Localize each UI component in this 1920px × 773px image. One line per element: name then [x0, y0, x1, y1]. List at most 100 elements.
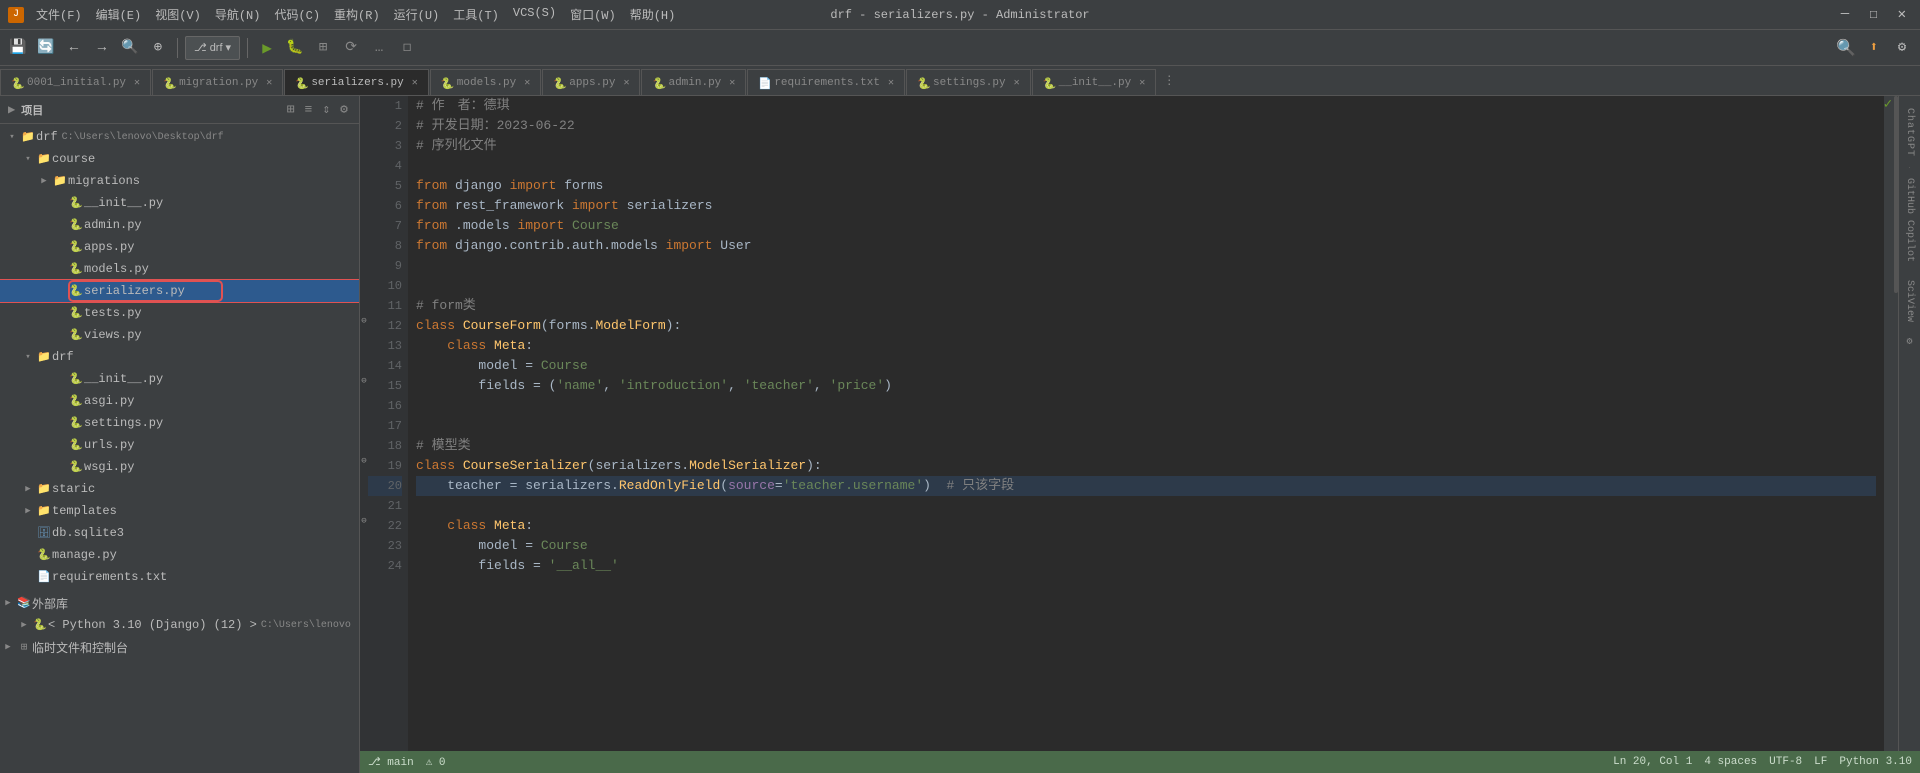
tree-file-course-apps[interactable]: 🐍 apps.py — [0, 236, 359, 258]
tab-requirements[interactable]: 📄 requirements.txt ✕ — [747, 69, 905, 95]
code-editor[interactable]: # 作 者：德琪 # 开发日期：2023-06-22 # 序列化文件 from … — [408, 96, 1884, 751]
back-icon[interactable]: ← — [62, 36, 86, 60]
tree-file-course-admin[interactable]: 🐍 admin.py — [0, 214, 359, 236]
sync-icon[interactable]: 🔄 — [34, 36, 58, 60]
right-settings-icon[interactable]: ⚙ — [1906, 332, 1912, 352]
stop-icon[interactable]: ◻ — [395, 36, 419, 60]
tree-folder-migrations[interactable]: ▶ 📁 migrations — [0, 170, 359, 192]
menu-edit[interactable]: 编辑(E) — [90, 4, 148, 25]
more-run-button[interactable]: … — [367, 36, 391, 60]
tree-folder-drf[interactable]: ▾ 📁 drf — [0, 346, 359, 368]
scroll-thumb — [1894, 96, 1898, 293]
fold-btn-22[interactable]: ⊖ — [360, 516, 368, 536]
sidebar-sort-icon[interactable]: ≡ — [302, 101, 316, 118]
forward-icon[interactable]: → — [90, 36, 114, 60]
tab-init[interactable]: 🐍 __init__.py ✕ — [1032, 69, 1157, 95]
github-copilot-btn[interactable]: GitHub Copilot — [1904, 170, 1915, 270]
sidebar-layout-icon[interactable]: ⊞ — [284, 101, 298, 118]
sidebar-settings-icon[interactable]: ⚙ — [337, 101, 351, 118]
tree-root-drf[interactable]: ▾ 📁 drf C:\Users\lenovo\Desktop\drf — [0, 126, 359, 148]
tab-close-apps[interactable]: ✕ — [623, 77, 629, 89]
status-vcs[interactable]: ⎇ main — [368, 755, 414, 769]
sciview-btn[interactable]: SciView — [1904, 272, 1915, 330]
tab-serializers[interactable]: 🐍 serializers.py ✕ — [284, 69, 428, 96]
tab-close-admin[interactable]: ✕ — [729, 77, 735, 89]
tree-file-course-init[interactable]: 🐍 __init__.py — [0, 192, 359, 214]
tab-0001-initial[interactable]: 🐍 0001_initial.py ✕ — [0, 69, 151, 95]
menu-vcs[interactable]: VCS(S) — [507, 4, 562, 25]
tree-file-drf-init[interactable]: 🐍 __init__.py — [0, 368, 359, 390]
find2-icon[interactable]: ⊕ — [146, 36, 170, 60]
fold-btn-15[interactable]: ⊖ — [360, 376, 368, 396]
status-warnings[interactable]: ⚠ 0 — [426, 755, 446, 769]
tab-apps[interactable]: 🐍 apps.py ✕ — [542, 69, 640, 95]
menu-help[interactable]: 帮助(H) — [624, 4, 682, 25]
menu-window[interactable]: 窗口(W) — [564, 4, 622, 25]
tab-admin[interactable]: 🐍 admin.py ✕ — [641, 69, 746, 95]
tree-file-course-models[interactable]: 🐍 models.py — [0, 258, 359, 280]
tree-file-drf-asgi[interactable]: 🐍 asgi.py — [0, 390, 359, 412]
tab-close-serializers[interactable]: ✕ — [412, 77, 418, 89]
status-python-version[interactable]: Python 3.10 — [1839, 756, 1912, 768]
fold-btn-12[interactable]: ⊖ — [360, 316, 368, 336]
run-button[interactable]: ▶ — [255, 36, 279, 60]
tree-file-drf-wsgi[interactable]: 🐍 wsgi.py — [0, 456, 359, 478]
tab-close-0001[interactable]: ✕ — [134, 77, 140, 89]
close-button[interactable]: ✕ — [1892, 4, 1912, 25]
tab-migration[interactable]: 🐍 migration.py ✕ — [152, 69, 283, 95]
tab-close-requirements[interactable]: ✕ — [888, 77, 894, 89]
tab-close-models[interactable]: ✕ — [524, 77, 530, 89]
sidebar-expand-icon[interactable]: ▶ — [8, 102, 15, 117]
tree-file-course-tests[interactable]: 🐍 tests.py — [0, 302, 359, 324]
tree-file-course-serializers[interactable]: 🐍 serializers.py — [0, 280, 359, 302]
tree-file-drf-urls[interactable]: 🐍 urls.py — [0, 434, 359, 456]
tree-file-db[interactable]: 🗄 db.sqlite3 — [0, 522, 359, 544]
tab-models[interactable]: 🐍 models.py ✕ — [430, 69, 541, 95]
tree-file-requirements[interactable]: 📄 requirements.txt — [0, 566, 359, 588]
tree-file-manage[interactable]: 🐍 manage.py — [0, 544, 359, 566]
tree-item-temp[interactable]: ▶ ⊞ 临时文件和控制台 — [0, 636, 359, 658]
profile-button[interactable]: ⟳ — [339, 36, 363, 60]
maximize-button[interactable]: ☐ — [1863, 4, 1883, 25]
menu-code[interactable]: 代码(C) — [268, 4, 326, 25]
status-encoding[interactable]: UTF-8 — [1769, 756, 1802, 768]
menu-tools[interactable]: 工具(T) — [447, 4, 505, 25]
search-button[interactable]: 🔍 — [1834, 36, 1858, 60]
tab-close-migration[interactable]: ✕ — [266, 77, 272, 89]
tab-close-settings[interactable]: ✕ — [1014, 77, 1020, 89]
status-indent[interactable]: 4 spaces — [1704, 756, 1757, 768]
save-icon[interactable]: 💾 — [6, 36, 30, 60]
editor-wrapper: ⊖ ⊖ ⊖ ⊖ 1 2 3 — [360, 96, 1920, 751]
ln-3: 3 — [368, 136, 402, 156]
debug-button[interactable]: 🐛 — [283, 36, 307, 60]
branch-button[interactable]: ⎇ drf ▾ — [185, 36, 240, 60]
find-icon[interactable]: 🔍 — [118, 36, 142, 60]
fold-btn-19[interactable]: ⊖ — [360, 456, 368, 476]
scrollbar[interactable]: ✓ — [1884, 96, 1898, 751]
settings-icon[interactable]: ⚙ — [1890, 36, 1914, 60]
tree-folder-staric[interactable]: ▶ 📁 staric — [0, 478, 359, 500]
tree-folder-course[interactable]: ▾ 📁 course — [0, 148, 359, 170]
tree-file-drf-settings[interactable]: 🐍 settings.py — [0, 412, 359, 434]
sidebar-collapse-icon[interactable]: ⇕ — [319, 101, 333, 118]
code-token: ReadOnlyField — [619, 476, 720, 496]
coverage-button[interactable]: ⊞ — [311, 36, 335, 60]
tab-close-init[interactable]: ✕ — [1139, 77, 1145, 89]
tree-item-python[interactable]: ▶ 🐍 < Python 3.10 (Django) (12) > C:\Use… — [0, 614, 359, 636]
menu-navigate[interactable]: 导航(N) — [209, 4, 267, 25]
menu-refactor[interactable]: 重构(R) — [328, 4, 386, 25]
tab-overflow-button[interactable]: ⋮ — [1157, 73, 1181, 88]
tab-settings[interactable]: 🐍 settings.py ✕ — [906, 69, 1031, 95]
status-line-col[interactable]: Ln 20, Col 1 — [1613, 756, 1692, 768]
status-line-endings[interactable]: LF — [1814, 756, 1827, 768]
menu-run[interactable]: 运行(U) — [388, 4, 446, 25]
tree-group-external[interactable]: ▶ 📚 外部库 — [0, 592, 359, 614]
update-icon[interactable]: ⬆ — [1862, 36, 1886, 60]
minimize-button[interactable]: — — [1835, 4, 1855, 25]
menu-view[interactable]: 视图(V) — [149, 4, 207, 25]
tree-file-course-views[interactable]: 🐍 views.py — [0, 324, 359, 346]
ln-1: 1 — [368, 96, 402, 116]
tree-folder-templates[interactable]: ▶ 📁 templates — [0, 500, 359, 522]
chatgpt-panel-btn[interactable]: ChatGPT — [1904, 100, 1915, 165]
menu-file[interactable]: 文件(F) — [30, 4, 88, 25]
